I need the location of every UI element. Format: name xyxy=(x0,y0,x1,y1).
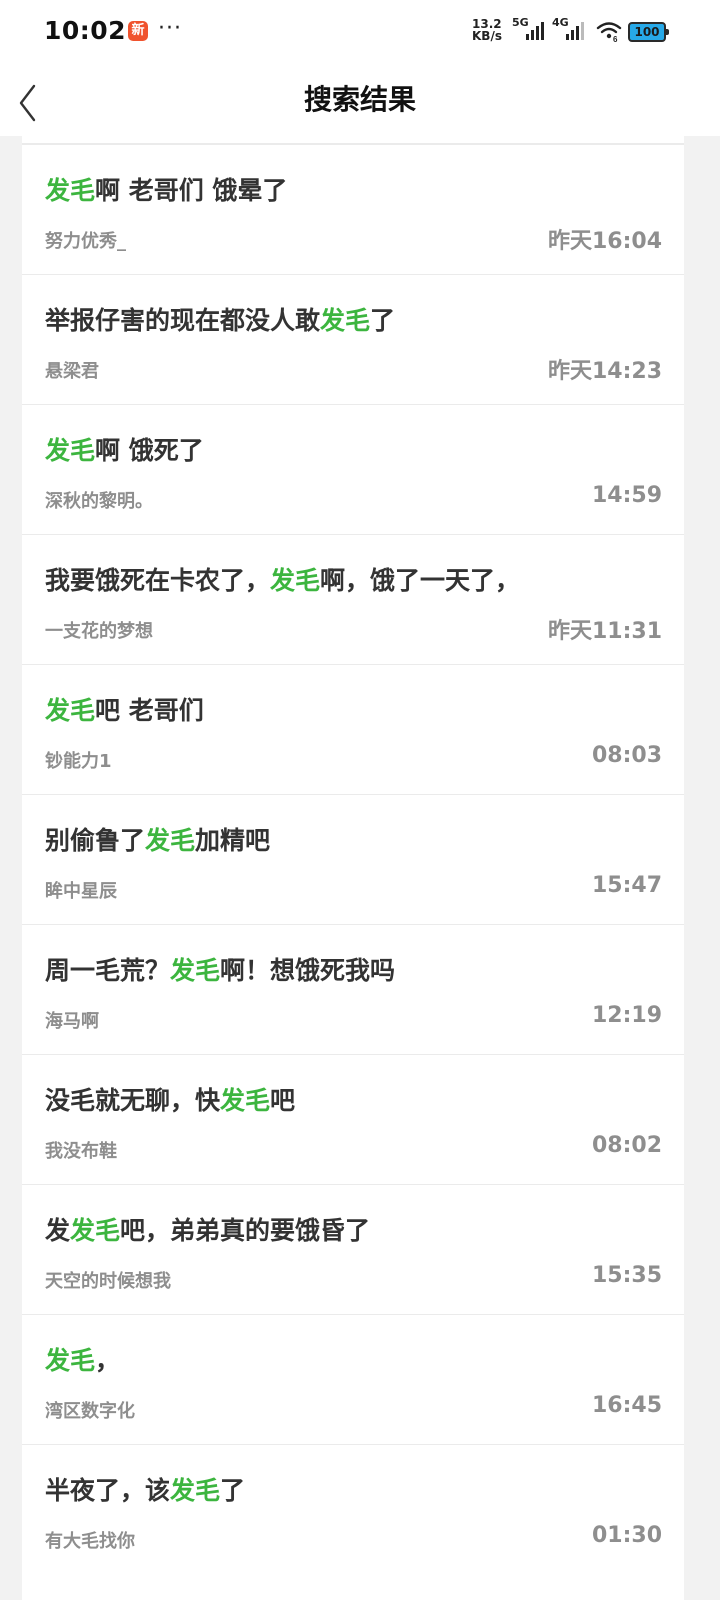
result-item[interactable]: 没毛就无聊，快发毛吧我没布鞋 08:02 xyxy=(22,1054,684,1184)
wifi-icon: 6 xyxy=(596,20,622,44)
result-author: 湾区数字化 xyxy=(45,1401,135,1422)
result-title-prefix: 发 xyxy=(45,1216,71,1245)
status-time: 10:02 xyxy=(44,16,127,45)
result-title: 发毛啊 饿死了 xyxy=(45,431,204,467)
result-title-keyword: 发毛 xyxy=(45,696,96,725)
result-item[interactable]: 举报仔害的现在都没人敢发毛了悬梁君 昨天14:23 xyxy=(22,274,684,404)
result-item[interactable]: 半夜了，该发毛了有大毛找你 01:30 xyxy=(22,1444,684,1574)
result-item[interactable]: 周一毛荒？发毛啊！想饿死我吗海马啊 12:19 xyxy=(22,924,684,1054)
more-notifications-icon: ··· xyxy=(158,16,182,41)
search-results-list: 发毛啊 老哥们 饿晕了 努力优秀_ 昨天16:04 举报仔害的现在都没人敢发毛了 悬梁君… xyxy=(22,136,684,1600)
result-time: 12:19 xyxy=(591,1003,662,1028)
result-time: 16:45 xyxy=(591,1393,662,1418)
nav-bar: 搜索结果 xyxy=(0,64,720,136)
result-time: 昨天14:23 xyxy=(547,359,662,384)
wifi-sub-label: 6 xyxy=(613,35,618,42)
result-title-prefix: 别偷鲁了 xyxy=(45,826,146,855)
result-title-suffix: 啊 饿死了 xyxy=(95,436,204,465)
result-title: 周一毛荒？发毛啊！想饿死我吗 xyxy=(45,951,395,987)
result-title: 发发毛吧，弟弟真的要饿昏了 xyxy=(45,1211,370,1247)
battery-icon: 100 xyxy=(628,22,669,42)
result-title-keyword: 发毛 xyxy=(145,826,196,855)
result-time: 昨天11:31 xyxy=(547,619,662,644)
result-title-keyword: 发毛 xyxy=(220,1086,271,1115)
result-item[interactable]: 我要饿死在卡农了，发毛啊，饿了一天了， 一支花的梦想 昨天11:31 xyxy=(22,534,684,664)
result-title-keyword: 发毛 xyxy=(70,1216,121,1245)
result-time: 08:02 xyxy=(591,1133,662,1158)
page-title: 搜索结果 xyxy=(303,83,416,116)
result-title: 别偷鲁了发毛加精吧 xyxy=(45,821,270,857)
result-title: 没毛就无聊，快发毛吧 xyxy=(45,1081,295,1117)
result-author: 眸中星辰 xyxy=(45,881,117,902)
result-item[interactable]: 发毛吧 老哥们钞能力1 08:03 xyxy=(22,664,684,794)
result-title-suffix: 吧，弟弟真的要饿昏了 xyxy=(120,1216,371,1245)
result-title-keyword: 发毛 xyxy=(320,306,371,335)
result-title-suffix: 吧 老哥们 xyxy=(95,696,204,725)
result-item[interactable]: 发发毛吧，弟弟真的要饿昏了天空的时候想我 15:35 xyxy=(22,1184,684,1314)
status-bar: 10:02 新 ··· 13.2 KB/s 5G 4G 6 100 xyxy=(0,0,720,64)
result-title-prefix: 没毛就无聊，快 xyxy=(45,1086,221,1115)
network-speed-unit: KB/s xyxy=(472,29,502,43)
result-title-keyword: 发毛 xyxy=(170,956,221,985)
result-title-prefix: 半夜了，该 xyxy=(45,1476,171,1505)
result-title-suffix: 啊，饿了一天了， xyxy=(320,566,521,595)
result-title: 发毛， xyxy=(45,1341,120,1377)
signal-5g-icon xyxy=(526,22,548,40)
app-notification-icon: 新 xyxy=(128,21,148,41)
result-title-prefix: 我要饿死在卡农了， xyxy=(45,566,271,595)
result-title-prefix: 举报仔害的现在都没人敢 xyxy=(45,306,321,335)
network-speed: 13.2 KB/s xyxy=(472,18,512,42)
result-item[interactable]: 别偷鲁了发毛加精吧眸中星辰 15:47 xyxy=(22,794,684,924)
result-title-suffix: ， xyxy=(95,1346,121,1375)
result-title-suffix: 啊！想饿死我吗 xyxy=(220,956,396,985)
result-title-suffix: 啊 老哥们 饿晕了 xyxy=(95,176,288,205)
result-author: 深秋的黎明。 xyxy=(45,491,153,512)
result-item[interactable]: 发毛啊 老哥们 饿晕了努力优秀_ 昨天16:04 xyxy=(22,144,684,274)
result-time: 15:35 xyxy=(591,1263,662,1288)
result-item[interactable]: 发毛， 湾区数字化 16:45 xyxy=(22,1314,684,1444)
result-title-suffix: 了 xyxy=(370,306,396,335)
header: 10:02 新 ··· 13.2 KB/s 5G 4G 6 100 搜索结果 xyxy=(0,0,720,136)
result-title-suffix: 加精吧 xyxy=(195,826,271,855)
list-top-divider xyxy=(22,136,684,144)
result-title-keyword: 发毛 xyxy=(45,1346,96,1375)
result-title: 发毛吧 老哥们 xyxy=(45,691,204,727)
result-time: 08:03 xyxy=(591,743,662,768)
result-title: 我要饿死在卡农了，发毛啊，饿了一天了， xyxy=(45,561,520,597)
signal-4g-icon xyxy=(566,22,588,40)
result-author: 钞能力1 xyxy=(45,751,112,772)
result-title: 举报仔害的现在都没人敢发毛了 xyxy=(45,301,395,337)
result-time: 昨天16:04 xyxy=(547,229,662,254)
result-author: 悬梁君 xyxy=(45,361,99,382)
result-title-prefix: 周一毛荒？ xyxy=(45,956,171,985)
result-time: 15:47 xyxy=(591,873,662,898)
result-author: 努力优秀_ xyxy=(45,231,126,252)
result-title-keyword: 发毛 xyxy=(270,566,321,595)
result-title: 半夜了，该发毛了 xyxy=(45,1471,245,1507)
result-author: 天空的时候想我 xyxy=(45,1271,171,1292)
result-author: 我没布鞋 xyxy=(45,1141,117,1162)
result-title: 发毛啊 老哥们 饿晕了 xyxy=(45,171,287,207)
result-time: 14:59 xyxy=(591,483,662,508)
result-author: 一支花的梦想 xyxy=(45,621,153,642)
result-author: 海马啊 xyxy=(45,1011,99,1032)
result-author: 有大毛找你 xyxy=(45,1531,135,1552)
result-title-keyword: 发毛 xyxy=(45,436,96,465)
result-title-suffix: 了 xyxy=(220,1476,246,1505)
result-time: 01:30 xyxy=(591,1523,662,1548)
result-title-suffix: 吧 xyxy=(270,1086,296,1115)
result-title-keyword: 发毛 xyxy=(170,1476,221,1505)
result-title-keyword: 发毛 xyxy=(45,176,96,205)
result-item[interactable]: 发毛啊 饿死了深秋的黎明。 14:59 xyxy=(22,404,684,534)
